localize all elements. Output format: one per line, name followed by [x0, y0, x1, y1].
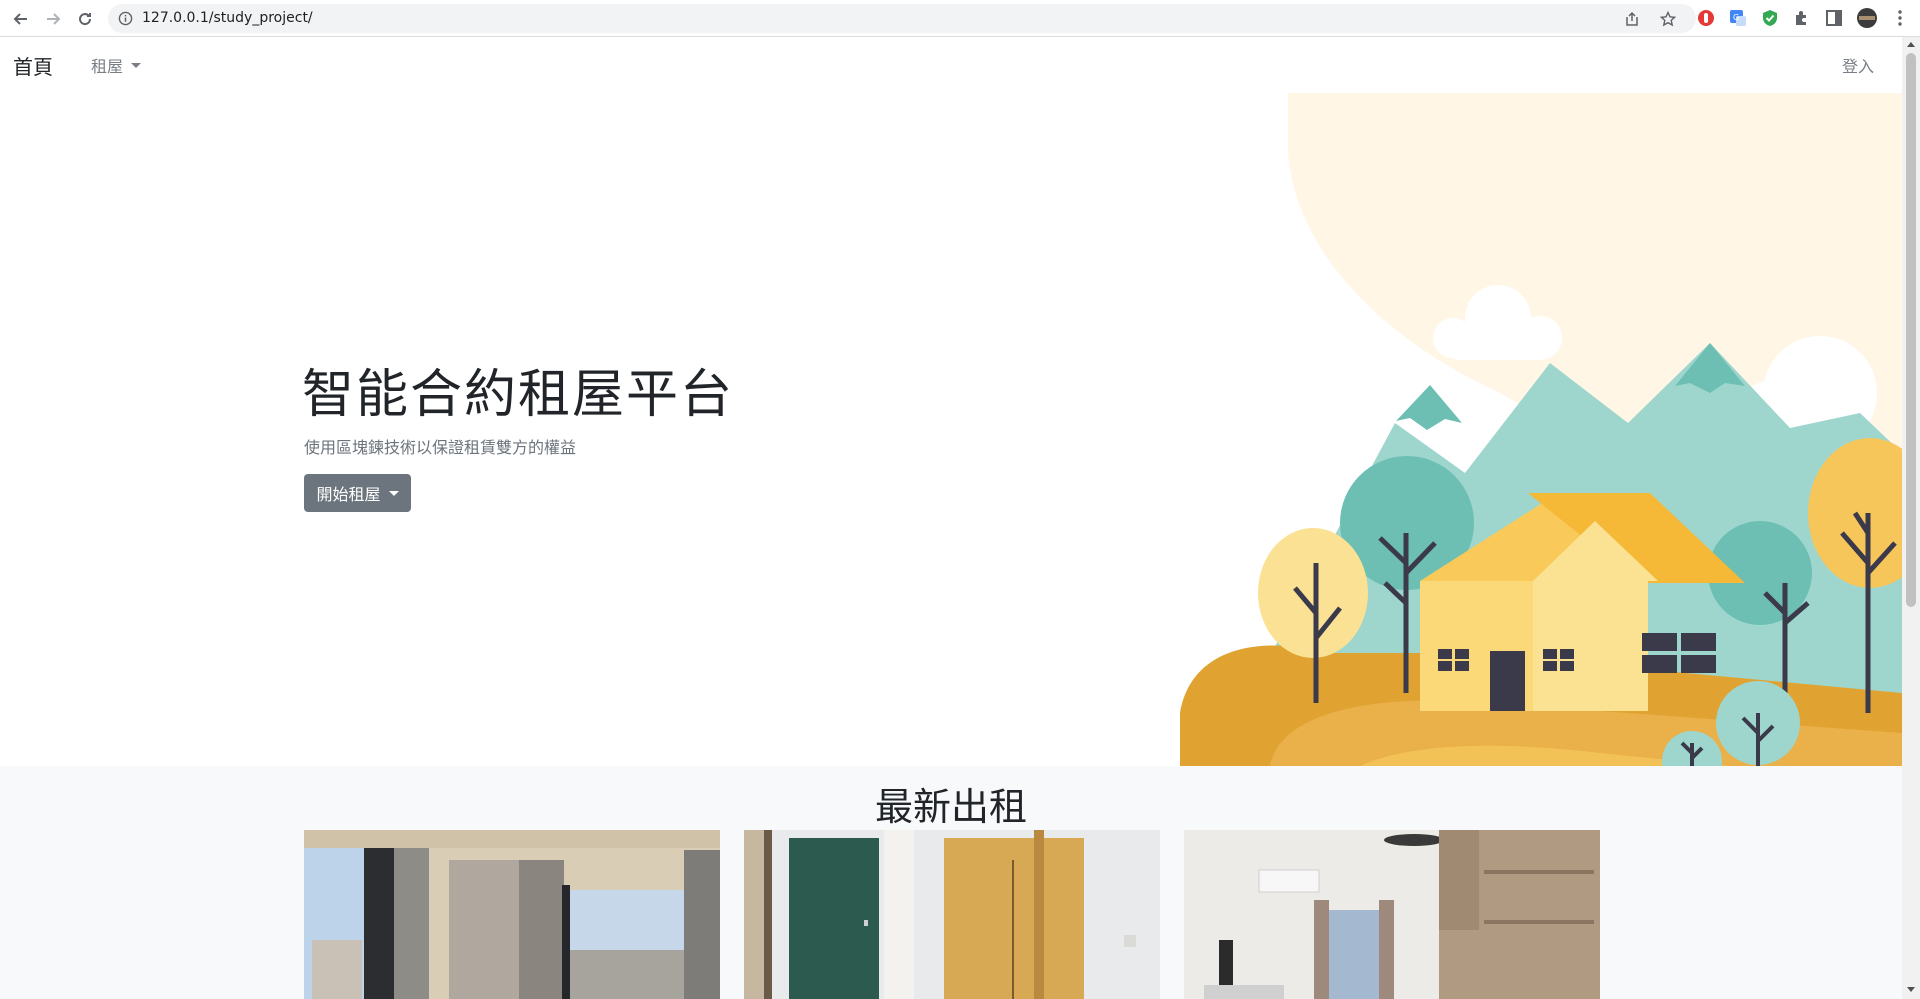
latest-listings-heading: 最新出租	[874, 785, 1027, 829]
svg-text:G: G	[1733, 13, 1739, 22]
hero-title: 智能合約租屋平台	[302, 365, 735, 425]
site-navbar: 首頁 租屋 登入	[0, 37, 1902, 93]
reload-icon	[79, 13, 92, 26]
start-renting-label: 開始租屋	[316, 485, 381, 504]
back-button[interactable]	[8, 6, 34, 32]
scroll-down-arrow-icon[interactable]	[1907, 987, 1915, 992]
scrollbar-thumb[interactable]	[1906, 53, 1916, 607]
browser-toolbar: 127.0.0.1/study_project/ G	[0, 0, 1920, 37]
room-window-city-view-photo	[304, 830, 720, 999]
latest-listings-section: 最新出租	[0, 766, 1902, 999]
room-living-kitchen-photo	[1184, 830, 1600, 999]
profile-avatar-icon[interactable]	[1856, 7, 1878, 29]
arrow-left-icon	[13, 13, 27, 25]
puzzle-extensions-icon[interactable]	[1792, 8, 1812, 28]
forward-button[interactable]	[40, 6, 66, 32]
room-door-wardrobe-photo	[744, 830, 1160, 999]
adblock-extension-icon[interactable]	[1696, 8, 1716, 28]
menu-kebab-icon[interactable]	[1890, 8, 1910, 28]
arrow-right-icon	[47, 13, 61, 25]
reload-button[interactable]	[72, 6, 98, 32]
caret-down-icon	[131, 62, 142, 68]
rent-dropdown-label: 租屋	[91, 57, 124, 76]
page-scrollbar[interactable]	[1902, 37, 1920, 999]
rent-dropdown-toggle[interactable]: 租屋	[91, 53, 142, 77]
translate-extension-icon[interactable]: G	[1728, 8, 1748, 28]
start-renting-button[interactable]: 開始租屋	[304, 474, 411, 512]
page-content: 首頁 租屋 登入 智能合約租屋平台 使用區塊鍊技術以保證租賃雙方的權益 開始租屋	[0, 37, 1902, 999]
listing-card[interactable]	[744, 830, 1160, 999]
house-landscape-illustration	[1180, 93, 1902, 766]
listing-card[interactable]	[1184, 830, 1600, 999]
shield-extension-icon[interactable]	[1760, 8, 1780, 28]
site-info-icon[interactable]	[118, 11, 133, 26]
listing-card[interactable]	[304, 830, 720, 999]
address-bar[interactable]: 127.0.0.1/study_project/	[108, 4, 1696, 33]
login-link[interactable]: 登入	[1842, 53, 1874, 77]
hero-subtitle: 使用區塊鍊技術以保證租賃雙方的權益	[304, 438, 577, 457]
side-panel-icon[interactable]	[1824, 8, 1844, 28]
caret-down-icon	[388, 490, 399, 496]
scroll-up-arrow-icon[interactable]	[1907, 42, 1915, 47]
url-text: 127.0.0.1/study_project/	[142, 10, 313, 26]
share-icon[interactable]	[1624, 11, 1640, 27]
home-link[interactable]: 首頁	[13, 51, 53, 80]
bookmark-star-icon[interactable]	[1660, 11, 1676, 27]
